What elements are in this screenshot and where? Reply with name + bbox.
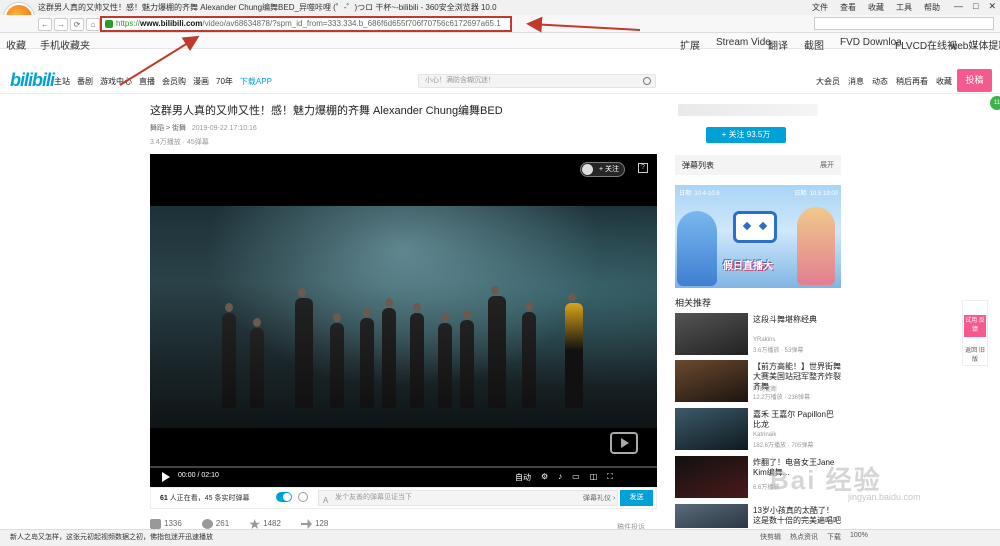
download-button[interactable]: 下载 bbox=[827, 532, 841, 542]
zoom-level[interactable]: 100% bbox=[850, 532, 868, 542]
hot-news-button[interactable]: 热点资讯 bbox=[790, 532, 818, 542]
status-right-tools: 快剪辑 热点资讯 下载 100% bbox=[760, 532, 868, 542]
status-news-ticker[interactable]: 新人之岛又怎样，这张元初起视频数据之初，佛指包迷开迅速播放 bbox=[10, 532, 213, 542]
quick-edit-button[interactable]: 快剪辑 bbox=[760, 532, 781, 542]
watermark-url: jingyan.baidu.com bbox=[848, 492, 921, 502]
arrow-to-address bbox=[119, 35, 200, 86]
arrow-to-url-end bbox=[526, 16, 641, 33]
